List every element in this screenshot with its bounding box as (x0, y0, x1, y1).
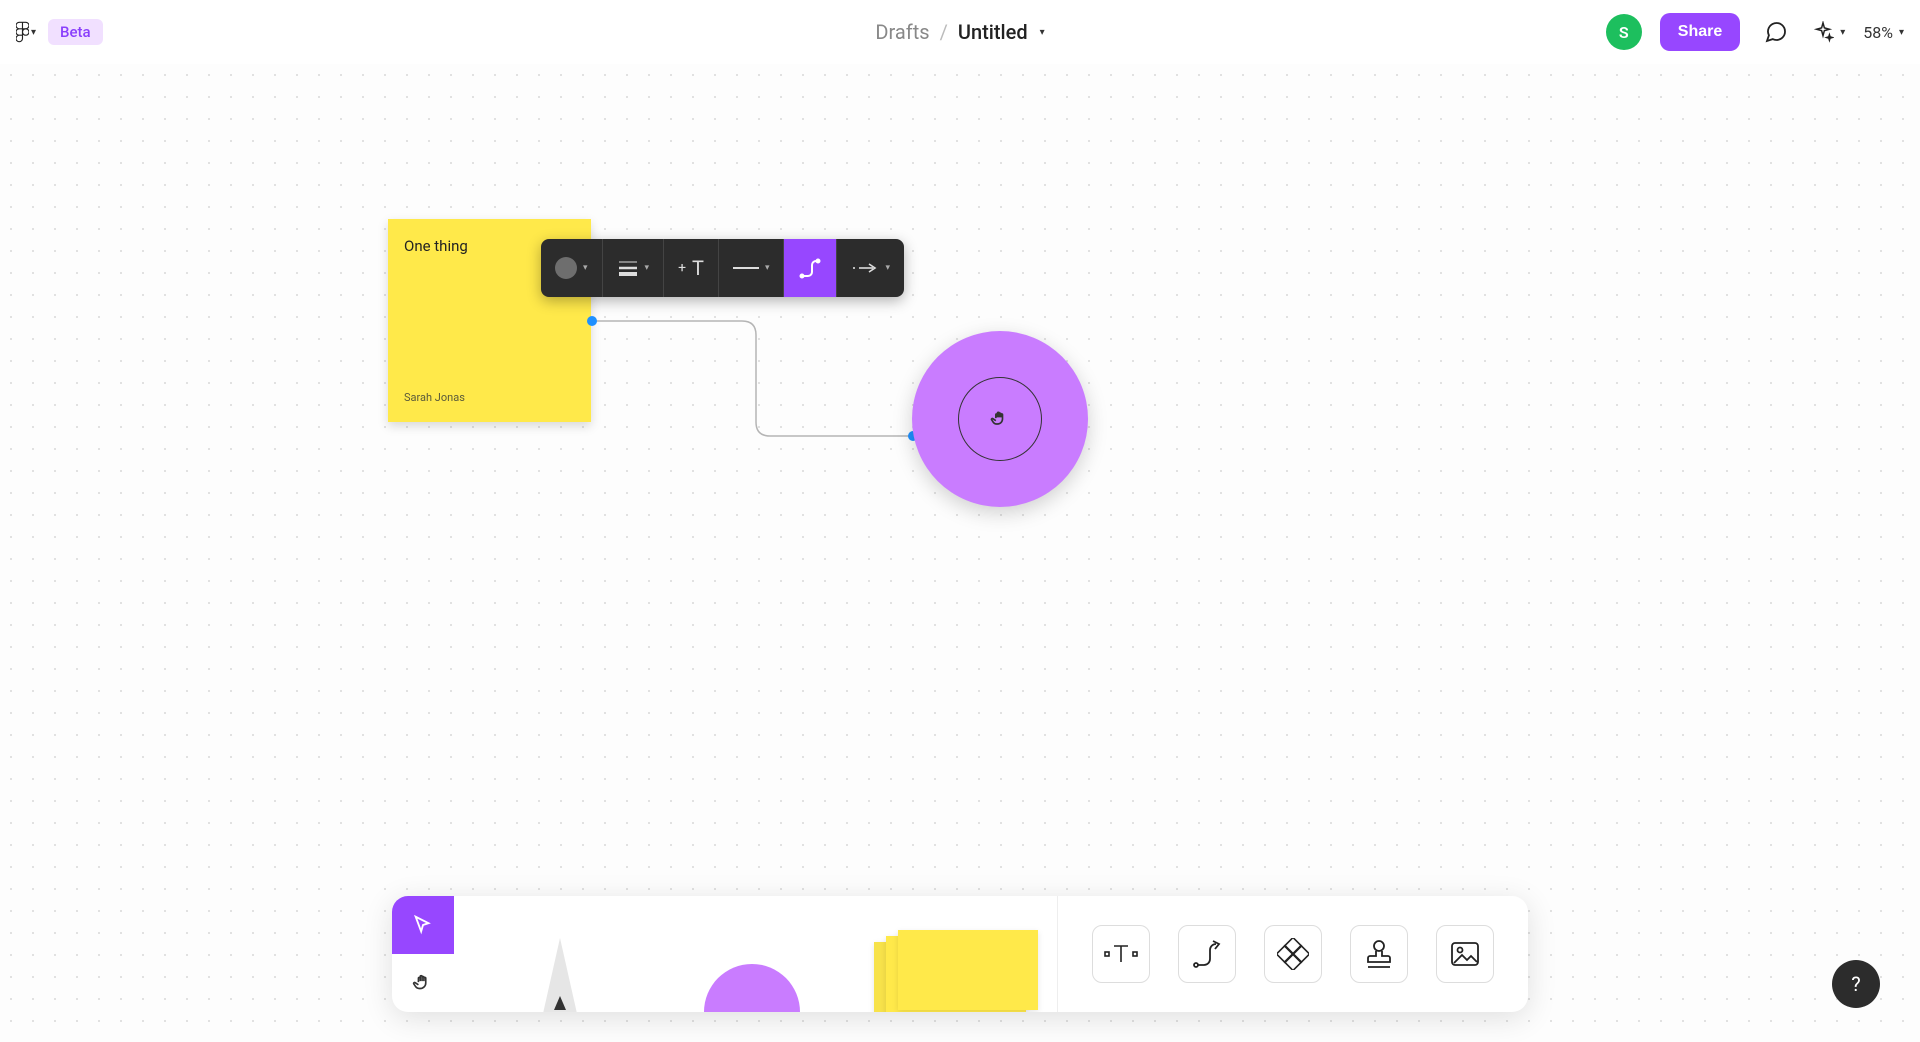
color-swatch-icon (555, 257, 577, 279)
shape-inner-ring (958, 377, 1042, 461)
app-header: ▾ Beta Drafts / Untitled ▾ S Share ▾ 58%… (0, 0, 1920, 64)
stamp-icon (1365, 939, 1393, 969)
chevron-down-icon[interactable]: ▾ (1040, 27, 1045, 38)
image-icon (1450, 941, 1480, 967)
chevron-down-icon: ▾ (1840, 27, 1845, 38)
share-button[interactable]: Share (1660, 13, 1740, 51)
chevron-down-icon: ▾ (645, 263, 650, 273)
elbow-connector-icon (798, 256, 822, 280)
pencil-icon (542, 938, 578, 1012)
header-right: S Share ▾ 58% ▾ (1606, 13, 1904, 51)
connector-tool[interactable] (1178, 925, 1236, 983)
line-style-icon (733, 263, 759, 273)
comments-button[interactable] (1758, 14, 1794, 50)
cursor-icon (412, 914, 434, 936)
shapes-icon (1277, 938, 1309, 970)
chevron-down-icon: ▾ (765, 263, 770, 273)
dock-mode-tools (392, 896, 454, 1012)
hand-tool[interactable] (392, 954, 454, 1012)
shape-tool[interactable] (1264, 925, 1322, 983)
preview-stickies-icon (874, 930, 1034, 1012)
zoom-control[interactable]: 58% ▾ (1863, 23, 1904, 42)
context-toolbar: ▾ ▾ + T ▾ (541, 239, 904, 297)
sparkle-icon (1812, 21, 1834, 43)
figma-menu[interactable]: ▾ (16, 18, 36, 46)
stroke-weight-icon (617, 259, 639, 277)
connector-start-handle[interactable] (587, 316, 597, 326)
ai-menu[interactable]: ▾ (1812, 21, 1845, 43)
ctx-line-style[interactable]: ▾ (719, 239, 785, 297)
preview-shape-icon (704, 964, 800, 1012)
figma-icon (16, 20, 29, 44)
ctx-connector-curve[interactable] (784, 239, 837, 297)
stamp-tool[interactable] (1350, 925, 1408, 983)
beta-badge: Beta (48, 19, 103, 45)
arrow-end-icon (851, 262, 879, 274)
hand-icon (412, 972, 434, 994)
chevron-down-icon: ▾ (31, 27, 36, 38)
text-t-icon: T (692, 256, 704, 280)
text-tool[interactable] (1092, 925, 1150, 983)
help-button[interactable]: ? (1832, 960, 1880, 1008)
breadcrumb: Drafts / Untitled ▾ (875, 20, 1044, 44)
chevron-down-icon: ▾ (1899, 27, 1904, 38)
ctx-color[interactable]: ▾ (541, 239, 603, 297)
ctx-add-text[interactable]: + T (664, 239, 719, 297)
dock-actions (1058, 896, 1528, 1012)
breadcrumb-file[interactable]: Untitled (958, 20, 1028, 44)
breadcrumb-folder[interactable]: Drafts (875, 20, 929, 44)
breadcrumb-separator: / (940, 20, 948, 44)
sticky-author: Sarah Jonas (404, 391, 575, 404)
chevron-down-icon: ▾ (583, 263, 588, 273)
comment-icon (1764, 20, 1788, 44)
text-icon (1104, 940, 1138, 968)
header-left: ▾ Beta (16, 18, 103, 46)
ctx-end-arrow[interactable]: ▾ (837, 239, 904, 297)
image-tool[interactable] (1436, 925, 1494, 983)
toolbar-dock (392, 896, 1528, 1012)
ctx-stroke-weight[interactable]: ▾ (603, 239, 665, 297)
grab-cursor-icon (990, 409, 1010, 429)
canvas[interactable]: One thing Sarah Jonas ▾ ▾ + (0, 64, 1920, 1042)
select-tool[interactable] (392, 896, 454, 954)
chevron-down-icon: ▾ (885, 263, 890, 273)
connector-icon (1191, 938, 1223, 970)
add-text-icon: + (678, 260, 686, 276)
dock-preview[interactable] (454, 896, 1058, 1012)
zoom-value: 58% (1863, 23, 1893, 42)
avatar[interactable]: S (1606, 14, 1642, 50)
ellipse-shape[interactable] (912, 331, 1088, 507)
